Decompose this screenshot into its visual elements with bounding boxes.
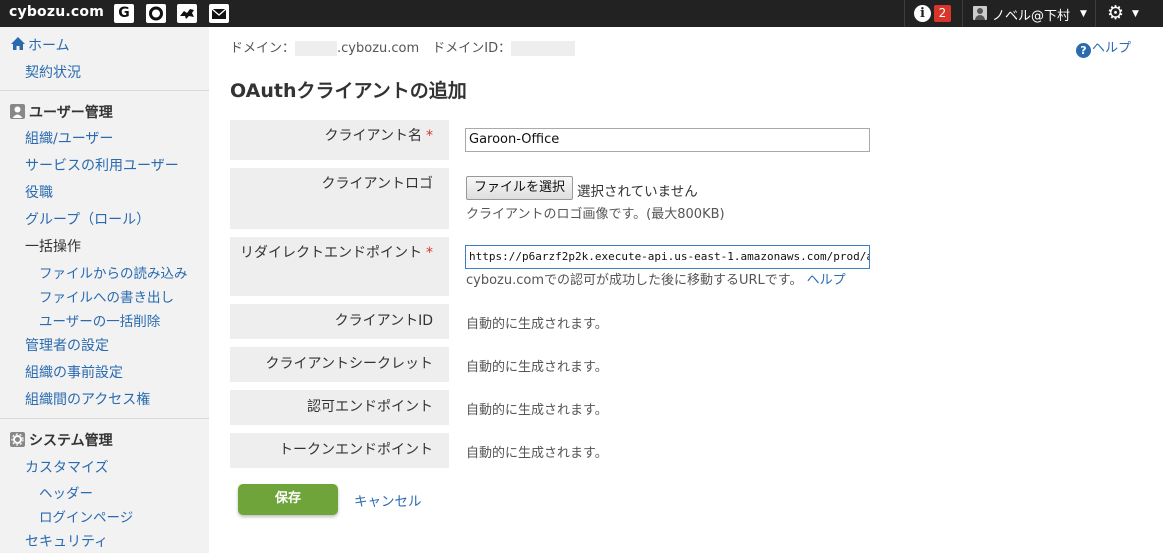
redirect-help-link[interactable]: ヘルプ	[807, 273, 846, 288]
gear-icon[interactable]: ⚙	[1107, 2, 1124, 24]
separator	[1095, 0, 1096, 27]
sidebar-item-security[interactable]: セキュリティ	[25, 531, 108, 551]
required-mark: *	[426, 245, 433, 261]
sidebar-item-home[interactable]: ホーム	[28, 35, 70, 55]
chevron-down-icon[interactable]: ▼	[1080, 9, 1087, 19]
sidebar-bulk-title: 一括操作	[25, 239, 81, 255]
separator	[962, 0, 963, 27]
home-icon	[10, 36, 26, 55]
domain-label: ドメイン：	[230, 41, 296, 56]
sidebar-item-org-access[interactable]: 組織間のアクセス権	[25, 389, 150, 409]
sidebar-item-org-presettings[interactable]: 組織の事前設定	[25, 362, 123, 382]
chevron-down-icon[interactable]: ▼	[1132, 9, 1139, 19]
sidebar-item-export[interactable]: ファイルへの書き出し	[39, 286, 174, 306]
auth-endpoint-label: 認可エンドポイント	[230, 390, 449, 425]
redirect-endpoint-input[interactable]: https://p6arzf2p2k.execute-api.us-east-1…	[465, 245, 870, 269]
logo-hint: クライアントのロゴ画像です。(最大800KB)	[466, 207, 725, 222]
client-secret-label: クライアントシークレット	[230, 347, 449, 382]
client-id-label: クライアントID	[230, 304, 449, 339]
file-status: 選択されていません	[577, 184, 698, 200]
sidebar-item-service-users[interactable]: サービスの利用ユーザー	[25, 155, 179, 175]
client-secret-value: 自動的に生成されます。	[466, 360, 608, 375]
client-logo-label: クライアントロゴ	[230, 168, 449, 229]
sidebar: ホーム 契約状況 ユーザー管理 組織/ユーザー サービスの利用ユーザー 役職 グ…	[0, 27, 209, 553]
sidebar-item-org-users[interactable]: 組織/ユーザー	[25, 128, 113, 148]
sidebar-item-contract[interactable]: 契約状況	[25, 62, 81, 82]
client-name-label: クライアント名 *	[230, 120, 449, 160]
client-id-value: 自動的に生成されます。	[466, 317, 608, 332]
sidebar-item-roles[interactable]: 役職	[25, 182, 53, 202]
domain-id-label: ドメインID：	[432, 41, 512, 56]
divider	[0, 90, 209, 91]
separator	[904, 0, 905, 27]
sidebar-item-admin-settings[interactable]: 管理者の設定	[25, 335, 109, 355]
sidebar-item-groups[interactable]: グループ（ロール）	[25, 209, 150, 229]
user-menu[interactable]: ノベル@下村	[992, 5, 1070, 24]
help-label: ヘルプ	[1092, 41, 1132, 56]
kintone-bird-icon[interactable]	[177, 4, 197, 23]
sidebar-item-login-page[interactable]: ログインページ	[39, 506, 133, 526]
redirect-hint-text: cybozu.comでの認可が成功した後に移動するURLです。	[466, 273, 803, 288]
page-title: OAuthクライアントの追加	[230, 80, 467, 102]
top-bar: cybozu.com G i 2 ノベル@下村 ▼ ⚙ ▼	[0, 0, 1163, 27]
help-link[interactable]: ? ヘルプ	[1076, 37, 1131, 58]
redacted-domain-id	[511, 41, 576, 56]
client-name-label-text: クライアント名	[324, 128, 422, 144]
section-system-admin: システム管理	[29, 433, 113, 449]
help-icon: ?	[1076, 43, 1091, 58]
sidebar-item-bulk-delete[interactable]: ユーザーの一括削除	[39, 310, 160, 330]
token-endpoint-value: 自動的に生成されます。	[466, 446, 608, 461]
cybozu-logo[interactable]: cybozu.com	[9, 4, 104, 20]
user-admin-icon	[10, 104, 25, 119]
redirect-hint: cybozu.comでの認可が成功した後に移動するURLです。 ヘルプ	[466, 269, 846, 288]
garoon-app-icon[interactable]: G	[114, 4, 134, 23]
required-mark: *	[426, 128, 433, 144]
sidebar-item-customize[interactable]: カスタマイズ	[25, 457, 109, 477]
sidebar-item-header[interactable]: ヘッダー	[39, 482, 93, 502]
divider	[0, 418, 209, 419]
token-endpoint-label: トークンエンドポイント	[230, 433, 449, 468]
office-app-icon[interactable]	[146, 4, 166, 23]
file-select-button[interactable]: ファイルを選択	[466, 176, 574, 200]
redirect-label: リダイレクトエンドポイント *	[230, 237, 449, 296]
cancel-link[interactable]: キャンセル	[354, 490, 422, 510]
domain-info: ドメイン： .cybozu.com ドメインID：	[230, 37, 576, 56]
mail-icon[interactable]	[209, 4, 229, 23]
notification-badge[interactable]: 2	[934, 5, 951, 22]
redacted-domain	[295, 41, 338, 56]
system-admin-icon	[10, 432, 25, 447]
user-icon	[973, 6, 987, 20]
domain-suffix: .cybozu.com	[337, 41, 420, 56]
info-icon[interactable]: i	[914, 5, 931, 22]
section-user-admin: ユーザー管理	[29, 105, 113, 121]
save-button[interactable]: 保存	[238, 484, 338, 515]
auth-endpoint-value: 自動的に生成されます。	[466, 403, 608, 418]
redirect-label-text: リダイレクトエンドポイント	[240, 245, 422, 261]
sidebar-item-import[interactable]: ファイルからの読み込み	[39, 262, 188, 282]
client-name-input[interactable]: Garoon-Office	[465, 128, 870, 152]
